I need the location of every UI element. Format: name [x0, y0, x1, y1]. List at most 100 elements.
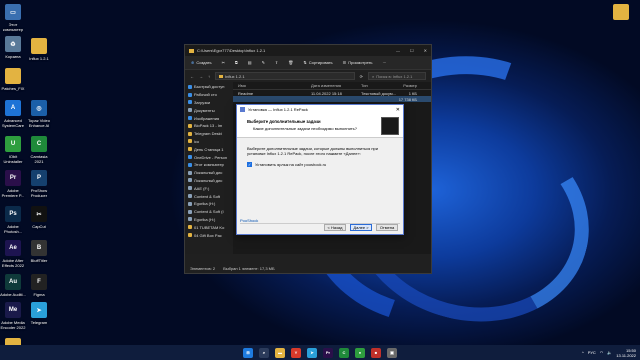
- file-size: 17 738 КБ: [398, 96, 417, 102]
- nav-item[interactable]: Content & Soft (I: [185, 208, 233, 216]
- refresh-icon[interactable]: ⟳: [360, 74, 363, 79]
- wifi-icon[interactable]: ◠: [600, 350, 604, 355]
- installer-icon: [240, 107, 245, 112]
- explorer-titlebar[interactable]: C:\Users\Egor777\Desktop\Influx 1.2.1 — …: [185, 45, 431, 56]
- close-icon[interactable]: ✕: [396, 107, 400, 113]
- column-name[interactable]: Имя: [233, 83, 311, 88]
- desktop-icon-top-right[interactable]: [608, 4, 634, 22]
- nav-item[interactable]: AAE (F:): [185, 184, 233, 192]
- desktop-icon[interactable]: U IObit Uninstaller: [0, 136, 26, 164]
- yandex-browser-icon[interactable]: Y: [291, 347, 301, 358]
- nav-item-label: Content & Soft: [194, 193, 221, 199]
- nav-item[interactable]: Быстрый доступ: [185, 83, 233, 91]
- file-row[interactable]: Readme 11.04.2022 15:18 Текстовый докум.…: [233, 90, 431, 96]
- desktop-icon-label: Корзина: [5, 54, 21, 59]
- column-type[interactable]: Тип: [361, 83, 397, 88]
- nav-item[interactable]: Документы: [185, 106, 233, 114]
- create-button[interactable]: ⊕ Создать: [191, 60, 212, 65]
- desktop-icon[interactable]: Patches_FIX: [0, 68, 26, 91]
- search-input[interactable]: ⌕ Поиск в: Influx 1.2.1: [368, 72, 426, 80]
- recorder-icon[interactable]: ●: [355, 347, 365, 358]
- dialog-titlebar[interactable]: Установка — Influx 1.2.1 RePack ✕: [237, 105, 403, 114]
- camtasia-icon[interactable]: C: [339, 347, 349, 358]
- column-size[interactable]: Размер: [397, 83, 417, 88]
- more-icon[interactable]: ···: [383, 60, 387, 65]
- telegram-icon[interactable]: ➤: [307, 347, 317, 358]
- clock[interactable]: 15:50 13.11.2022: [616, 348, 636, 358]
- back-button[interactable]: < Назад: [324, 224, 346, 231]
- desktop-icon-label: ProShow Producer: [30, 188, 48, 198]
- nav-item[interactable]: Изображения: [185, 114, 233, 122]
- rename-icon[interactable]: ✎: [262, 60, 265, 65]
- desktop-icon[interactable]: P ProShow Producer: [26, 170, 52, 198]
- minimize-icon[interactable]: —: [396, 48, 400, 53]
- installer-icon[interactable]: ▣: [387, 347, 397, 358]
- language-indicator[interactable]: РУС: [588, 350, 596, 355]
- desktop-icon[interactable]: Me Adobe Media Encoder 2022: [0, 302, 26, 330]
- nav-item[interactable]: 04 Gift Box Pac: [185, 231, 233, 239]
- view-button[interactable]: ☰ Просмотреть: [343, 60, 373, 65]
- nav-item[interactable]: Telegram Deskt: [185, 130, 233, 138]
- folder-icon: [219, 74, 223, 78]
- desktop-icon[interactable]: Au Adobe Auditi...: [0, 274, 26, 297]
- nav-item[interactable]: Локальный дис: [185, 177, 233, 185]
- windows-start-icon[interactable]: ⊞: [243, 347, 253, 358]
- desktop-icon[interactable]: B BluffTitler: [26, 240, 52, 263]
- desktop-icon[interactable]: Ae Adobe After Effects 2022: [0, 240, 26, 268]
- next-button[interactable]: Далее >: [350, 224, 372, 231]
- nav-item[interactable]: Egorika (H:): [185, 216, 233, 224]
- nav-item[interactable]: Этот компьютер: [185, 161, 233, 169]
- desktop-icon[interactable]: Ps Adobe Photosh...: [0, 206, 26, 234]
- premiere-icon[interactable]: Pr: [323, 347, 333, 358]
- setup-dialog[interactable]: Установка — Influx 1.2.1 RePack ✕ Выбери…: [236, 104, 404, 235]
- file-explorer-icon[interactable]: ▬: [275, 347, 285, 358]
- desktop-icon[interactable]: Pr Adobe Premiere P...: [0, 170, 26, 198]
- maximize-icon[interactable]: ☐: [410, 48, 414, 53]
- nav-item[interactable]: BioPack 13 - Im: [185, 122, 233, 130]
- cancel-button[interactable]: Отмена: [376, 224, 398, 231]
- nav-item-label: Загрузки: [194, 99, 211, 105]
- desktop-icon[interactable]: Influx 1.2.1: [26, 38, 52, 61]
- checkbox-checked-icon[interactable]: ✓: [247, 162, 252, 167]
- up-arrow-icon[interactable]: ↑: [208, 74, 210, 79]
- nav-item[interactable]: OneDrive - Person: [185, 153, 233, 161]
- search-icon: ⌕: [372, 73, 375, 79]
- address-bar[interactable]: Influx 1.2.1: [215, 72, 355, 80]
- nav-item[interactable]: Загрузки: [185, 99, 233, 107]
- desktop-icon[interactable]: F Figma: [26, 274, 52, 297]
- paste-icon[interactable]: ▤: [248, 60, 252, 65]
- nav-item[interactable]: Content & Soft: [185, 192, 233, 200]
- chevron-up-icon[interactable]: ^: [582, 350, 584, 355]
- red-app-icon[interactable]: ■: [371, 347, 381, 358]
- column-date[interactable]: Дата изменения: [311, 83, 361, 88]
- desktop-icon[interactable]: A Advanced SystemCare: [0, 100, 26, 128]
- desktop-icon[interactable]: ➤ Telegram: [26, 302, 52, 325]
- file-row-selected[interactable]: 17 738 КБ: [233, 96, 431, 102]
- nav-item[interactable]: Egorika (H:): [185, 200, 233, 208]
- search-icon[interactable]: ⌕: [259, 347, 269, 358]
- desktop-icon-label: Adobe Premiere P...: [1, 188, 25, 198]
- copy-icon[interactable]: ⧉: [235, 60, 238, 65]
- sort-button[interactable]: ⇅ Сортировать: [303, 60, 332, 65]
- nav-item[interactable]: ico: [185, 138, 233, 146]
- audition-icon: Au: [5, 274, 21, 290]
- shortcut-checkbox[interactable]: ✓ Установить ярлык на сайт pooshock.ru: [247, 162, 393, 167]
- delete-icon[interactable]: 🗑: [288, 60, 293, 65]
- desktop-icon[interactable]: ✂ CapCut: [26, 206, 52, 229]
- cut-icon[interactable]: ✂: [222, 60, 225, 65]
- desktop-icon[interactable]: ◎ Topaz Video Enhance AI: [26, 100, 52, 128]
- forward-arrow-icon[interactable]: →: [199, 74, 203, 79]
- share-icon[interactable]: ⇪: [275, 60, 278, 65]
- back-arrow-icon[interactable]: ←: [190, 74, 194, 79]
- volume-icon[interactable]: 🔈: [607, 350, 612, 355]
- desktop-icon[interactable]: C Camtasia 2021: [26, 136, 52, 164]
- nav-item[interactable]: День Станица 1: [185, 145, 233, 153]
- dialog-heading: Выберите дополнительные задачи: [247, 119, 321, 124]
- nav-item[interactable]: 01 TUBETAM Ko: [185, 223, 233, 231]
- selection-info: Выбран 1 элемент: 17,3 МБ: [223, 266, 275, 271]
- nav-item[interactable]: Локальный дис: [185, 169, 233, 177]
- desktop-icon[interactable]: ▭ Этот компьютер: [0, 4, 26, 32]
- close-icon[interactable]: ✕: [424, 48, 427, 53]
- nav-item[interactable]: Рабочий сто: [185, 91, 233, 99]
- desktop-icon[interactable]: ♻ Корзина: [0, 36, 26, 59]
